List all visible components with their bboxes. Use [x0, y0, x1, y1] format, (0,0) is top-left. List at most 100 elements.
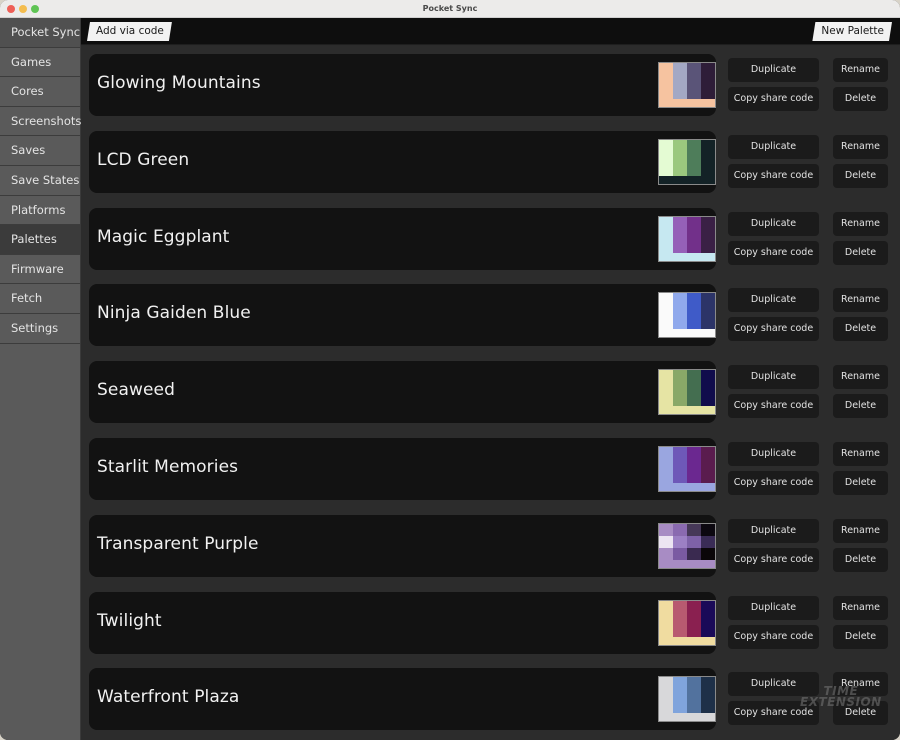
duplicate-button[interactable]: Duplicate [728, 365, 819, 390]
copy-share-code-button[interactable]: Copy share code [728, 317, 819, 342]
delete-button[interactable]: Delete [833, 394, 888, 419]
swatch-cell [701, 523, 715, 536]
copy-share-code-button[interactable]: Copy share code [728, 240, 819, 265]
sidebar-item-platforms[interactable]: Platforms [0, 196, 80, 226]
swatch-cell [687, 535, 701, 548]
swatch-stripe [673, 447, 687, 483]
delete-button[interactable]: Delete [833, 87, 888, 111]
rename-button[interactable]: Rename [833, 365, 888, 390]
delete-button[interactable]: Delete [833, 240, 888, 265]
swatch-stripe [687, 139, 701, 176]
delete-button[interactable]: Delete [833, 624, 888, 649]
sidebar-item-screenshots[interactable]: Screenshots [0, 107, 81, 137]
duplicate-button[interactable]: Duplicate [728, 134, 819, 159]
palette-card[interactable]: Starlit Memories [89, 438, 716, 500]
swatch-stripe [659, 600, 673, 637]
swatch-stripe [673, 139, 687, 176]
sidebar: Pocket Sync Games Cores Screenshots Saves Sa… [0, 18, 81, 740]
swatch-stripe [701, 293, 715, 330]
palette-list: Glowing Mountains Duplicate Copy share cod… [81, 46, 900, 740]
swatch-stripe [687, 216, 701, 253]
new-palette-button[interactable]: New Palette [812, 22, 892, 41]
copy-share-code-button[interactable]: Copy share code [728, 87, 819, 111]
add-via-code-button[interactable]: Add via code [87, 22, 172, 41]
swatch-stripe [687, 600, 701, 637]
duplicate-button[interactable]: Duplicate [728, 672, 819, 697]
swatch-stripe [701, 139, 715, 176]
sidebar-item-fetch[interactable]: Fetch [0, 284, 80, 314]
swatch-stripe [659, 139, 673, 176]
palette-name: Ninja Gaiden Blue [97, 303, 251, 324]
palette-card[interactable]: Transparent Purple [89, 514, 716, 577]
rename-button[interactable]: Rename [833, 134, 888, 159]
swatch-cell [701, 535, 715, 548]
palette-card[interactable]: Waterfront Plaza [89, 668, 716, 731]
rename-button[interactable]: Rename [833, 211, 888, 236]
sidebar-item-save-states[interactable]: Save States [0, 166, 80, 196]
sidebar-header-pocket-sync[interactable]: Pocket Sync [0, 18, 80, 48]
palette-name: LCD Green [97, 149, 190, 170]
palette-row: Ninja Gaiden Blue Duplicate Copy share cod… [81, 284, 900, 347]
rename-button[interactable]: Rename [833, 672, 888, 697]
swatch-cell [659, 523, 673, 536]
copy-share-code-button[interactable]: Copy share code [728, 547, 819, 572]
delete-button[interactable]: Delete [833, 471, 888, 495]
delete-button[interactable]: Delete [833, 701, 888, 726]
palette-row: Twilight Duplicate Copy share code Rename De… [81, 591, 900, 654]
sidebar-list: Games Cores Screenshots Saves Save States Pla… [0, 48, 81, 344]
palette-card[interactable]: Seaweed [89, 361, 716, 424]
palette-card[interactable]: Ninja Gaiden Blue [89, 284, 716, 347]
swatch-stripe [659, 63, 673, 99]
swatch-stripe [701, 447, 715, 483]
duplicate-button[interactable]: Duplicate [728, 595, 819, 620]
swatch-stripe [701, 677, 715, 714]
palette-row: Transparent Purple Duplicate Copy share co… [81, 514, 900, 577]
palette-card[interactable]: Glowing Mountains [89, 54, 716, 116]
rename-button[interactable]: Rename [833, 518, 888, 543]
swatch-stripe [659, 370, 673, 407]
palette-name: Seaweed [97, 380, 175, 401]
sidebar-item-firmware[interactable]: Firmware [0, 255, 80, 285]
duplicate-button[interactable]: Duplicate [728, 58, 819, 82]
swatch-cell [659, 547, 673, 560]
rename-button[interactable]: Rename [833, 442, 888, 466]
swatch-stripe [673, 216, 687, 253]
sidebar-item-games[interactable]: Games [0, 48, 80, 78]
rename-button[interactable]: Rename [833, 58, 888, 82]
palette-card[interactable]: Twilight [89, 591, 716, 654]
sidebar-item-palettes[interactable]: Palettes [0, 225, 80, 255]
sidebar-item-settings[interactable]: Settings [0, 314, 80, 344]
palette-card[interactable]: Magic Eggplant [89, 207, 716, 270]
copy-share-code-button[interactable]: Copy share code [728, 624, 819, 649]
delete-button[interactable]: Delete [833, 317, 888, 342]
rename-button[interactable]: Rename [833, 595, 888, 620]
sidebar-item-saves[interactable]: Saves [0, 136, 80, 166]
duplicate-button[interactable]: Duplicate [728, 211, 819, 236]
title-bar: Pocket Sync [0, 0, 900, 18]
swatch-stripe [659, 293, 673, 330]
duplicate-button[interactable]: Duplicate [728, 288, 819, 313]
swatch-stripe [687, 677, 701, 714]
palette-swatch [658, 599, 716, 646]
swatch-stripe [687, 370, 701, 407]
delete-button[interactable]: Delete [833, 547, 888, 572]
rename-button[interactable]: Rename [833, 288, 888, 313]
swatch-cell [673, 523, 687, 536]
delete-button[interactable]: Delete [833, 163, 888, 188]
swatch-cell [687, 523, 701, 536]
copy-share-code-button[interactable]: Copy share code [728, 394, 819, 419]
swatch-cell [673, 535, 687, 548]
copy-share-code-button[interactable]: Copy share code [728, 471, 819, 495]
sidebar-item-cores[interactable]: Cores [0, 77, 80, 107]
swatch-stripe [659, 677, 673, 714]
palette-row: Magic Eggplant Duplicate Copy share code Re… [81, 207, 900, 270]
swatch-stripe [701, 63, 715, 99]
duplicate-button[interactable]: Duplicate [728, 518, 819, 543]
palette-card[interactable]: LCD Green [89, 130, 716, 193]
window-title: Pocket Sync [422, 4, 478, 13]
copy-share-code-button[interactable]: Copy share code [728, 163, 819, 188]
duplicate-button[interactable]: Duplicate [728, 442, 819, 466]
palette-name: Starlit Memories [97, 457, 239, 477]
palette-name: Transparent Purple [97, 533, 259, 554]
copy-share-code-button[interactable]: Copy share code [728, 701, 819, 726]
